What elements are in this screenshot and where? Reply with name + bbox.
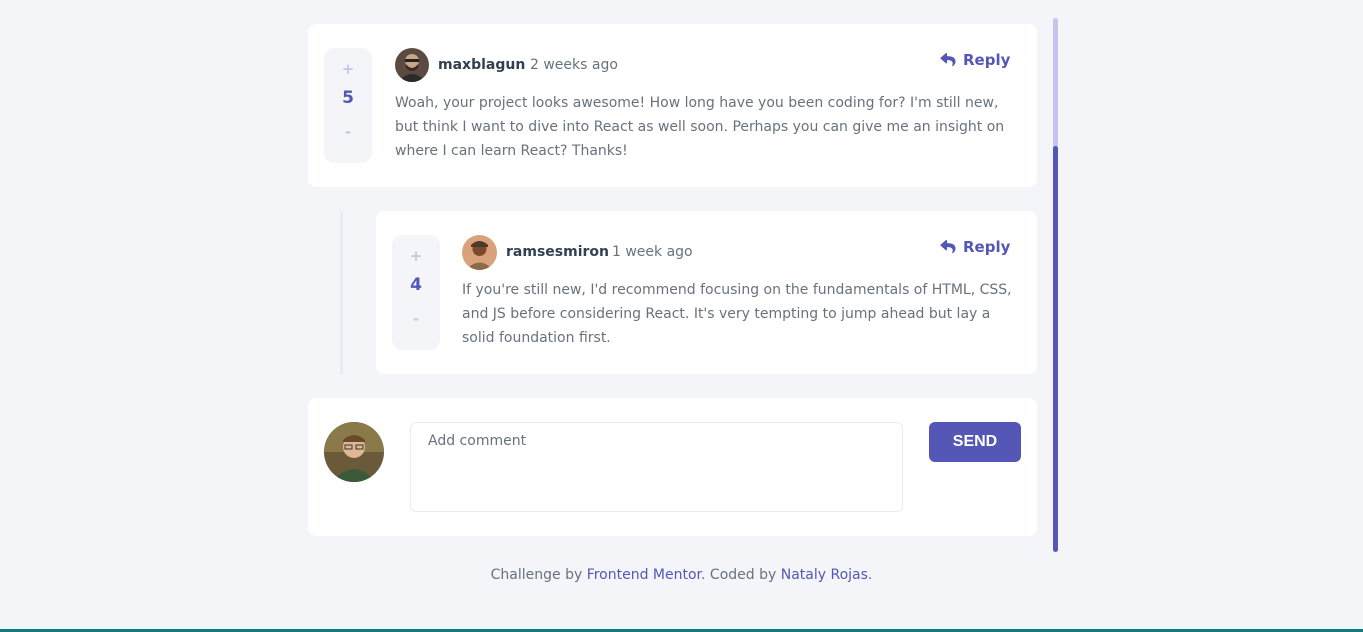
downvote-button[interactable]: - — [345, 125, 351, 141]
reply-button[interactable]: Reply — [940, 51, 1010, 69]
reply-arrow-icon — [940, 240, 956, 254]
upvote-button[interactable]: + — [342, 62, 355, 78]
downvote-button[interactable]: - — [413, 312, 419, 328]
footer: Challenge by Frontend Mentor. Coded by N… — [0, 567, 1363, 583]
avatar — [395, 48, 429, 82]
reply-label: Reply — [963, 51, 1011, 69]
footer-suffix: . — [867, 567, 873, 583]
reply-button[interactable]: Reply — [940, 238, 1010, 256]
author-link[interactable]: Nataly Rojas — [781, 567, 868, 583]
thread-line — [340, 211, 343, 374]
reply-username[interactable]: ramsesmiron — [506, 244, 609, 260]
vote-widget: + 5 - — [324, 48, 372, 163]
vote-score: 5 — [342, 88, 354, 108]
send-button[interactable]: SEND — [929, 422, 1021, 462]
reply-card: + 4 - ramsesmiron 1 week ago Reply If yo… — [376, 211, 1037, 374]
frontend-mentor-link[interactable]: Frontend Mentor — [587, 567, 701, 583]
reply-arrow-icon — [940, 53, 956, 67]
upvote-button[interactable]: + — [410, 249, 423, 265]
footer-prefix: Challenge by — [490, 567, 587, 583]
comment-input[interactable] — [410, 422, 903, 512]
scrollbar-thumb[interactable] — [1053, 146, 1058, 552]
add-comment-card: SEND — [308, 398, 1037, 536]
current-user-avatar — [324, 422, 384, 482]
vote-widget: + 4 - — [392, 235, 440, 350]
comment-content: Woah, your project looks awesome! How lo… — [395, 95, 1005, 159]
comment-username[interactable]: maxblagun — [438, 57, 525, 73]
vote-score: 4 — [410, 275, 422, 295]
footer-middle: . Coded by — [701, 567, 781, 583]
comment-time: 2 weeks ago — [530, 57, 618, 73]
comment-card: + 5 - maxblagun 2 weeks ago Reply Woah, … — [308, 24, 1037, 187]
avatar — [462, 235, 497, 270]
scrollbar[interactable] — [1053, 18, 1058, 552]
reply-content: If you're still new, I'd recommend focus… — [462, 282, 1012, 346]
reply-time: 1 week ago — [612, 244, 693, 260]
reply-label: Reply — [963, 238, 1011, 256]
